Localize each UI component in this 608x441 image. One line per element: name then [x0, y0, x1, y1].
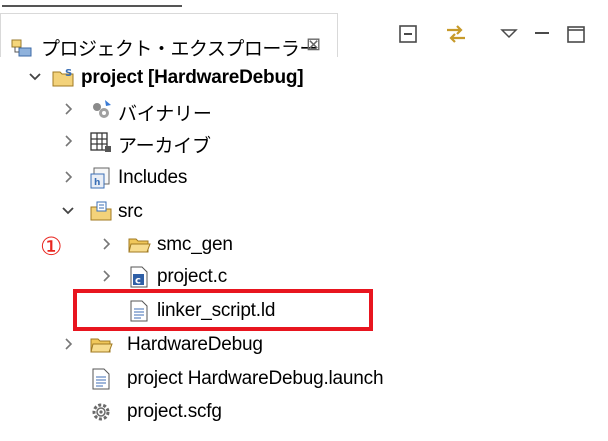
chevron-right-icon[interactable] — [99, 267, 113, 285]
maximize-icon[interactable] — [566, 23, 586, 45]
project-explorer-tab[interactable]: プロジェクト・エクスプローラー ⊠ — [0, 13, 338, 60]
annotation-marker: ① — [40, 232, 63, 261]
tree-item-includes[interactable]: h Includes — [0, 162, 608, 194]
archives-icon — [90, 132, 111, 152]
tree-item-archives[interactable]: アーカイブ — [0, 126, 608, 158]
tree-item-launch-file[interactable]: project HardwareDebug.launch — [0, 363, 608, 395]
tree-item-label: バイナリー — [118, 104, 212, 125]
binaries-icon — [93, 100, 111, 118]
tree-item-src[interactable]: src — [0, 196, 608, 228]
project-icon: S — [52, 68, 74, 87]
collapse-all-icon[interactable] — [397, 23, 419, 45]
view-menu-icon[interactable] — [500, 23, 518, 45]
tree-item-label: project HardwareDebug.launch — [127, 368, 384, 389]
close-icon[interactable]: ⊠ — [306, 34, 321, 55]
svg-text:S: S — [65, 68, 72, 79]
tree-item-label: アーカイブ — [118, 136, 211, 157]
tab-title: プロジェクト・エクスプローラー — [41, 39, 318, 60]
tree-item-hardwaredebug[interactable]: HardwareDebug — [0, 329, 608, 361]
clipped-header-remnant — [0, 0, 608, 8]
chevron-right-icon[interactable] — [61, 335, 75, 353]
chevron-right-icon[interactable] — [61, 100, 75, 118]
includes-icon: h — [90, 167, 110, 189]
folder-icon — [128, 238, 151, 253]
svg-text:h: h — [94, 178, 100, 188]
tree-item-label: smc_gen — [157, 234, 233, 255]
c-file-icon: c — [130, 266, 148, 288]
clipped-text-line — [2, 0, 182, 7]
highlight-box — [73, 289, 373, 331]
source-folder-icon — [90, 201, 112, 221]
project-tree: S project [HardwareDebug] バイナリー アーカイブ h … — [0, 58, 608, 441]
tree-item-label: src — [118, 201, 143, 222]
tree-item-label: Includes — [118, 167, 188, 188]
tree-item-label: HardwareDebug — [127, 334, 263, 355]
svg-text:c: c — [135, 276, 141, 287]
tree-item-project[interactable]: S project [HardwareDebug] — [0, 62, 608, 94]
chevron-right-icon[interactable] — [61, 168, 75, 186]
chevron-right-icon[interactable] — [61, 132, 75, 150]
tree-item-label: project [HardwareDebug] — [81, 67, 304, 88]
minimize-icon[interactable] — [533, 23, 551, 45]
tree-item-smc-gen[interactable]: smc_gen — [0, 229, 608, 261]
project-explorer-icon — [11, 39, 32, 57]
tree-item-binaries[interactable]: バイナリー — [0, 94, 608, 126]
folder-icon — [90, 338, 113, 353]
chevron-down-icon[interactable] — [61, 202, 75, 220]
config-file-icon — [92, 403, 110, 421]
chevron-down-icon[interactable] — [28, 68, 42, 86]
tree-item-scfg[interactable]: project.scfg — [0, 396, 608, 428]
tree-item-label: project.c — [157, 266, 228, 287]
chevron-right-icon[interactable] — [99, 235, 113, 253]
launch-file-icon — [92, 368, 110, 390]
tree-item-label: project.scfg — [127, 401, 222, 422]
link-with-editor-icon[interactable] — [443, 23, 469, 45]
